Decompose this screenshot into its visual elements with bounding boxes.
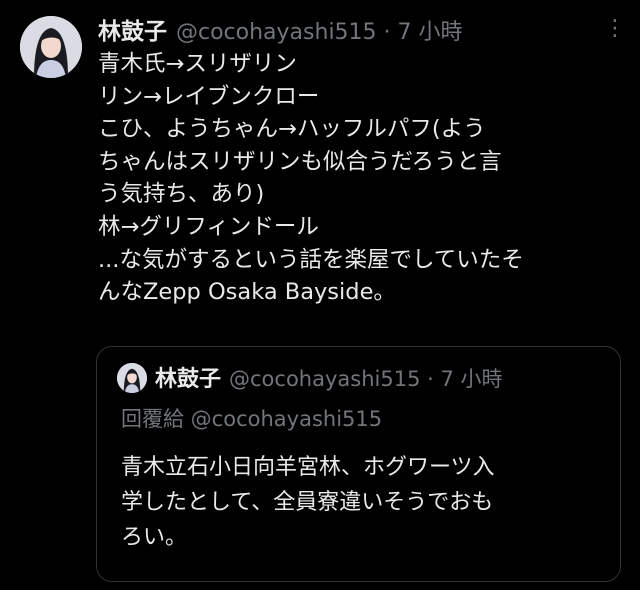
- author-handle-time[interactable]: @cocohayashi515 · 7 小時: [176, 14, 463, 44]
- tweet-line: 青木氏→スリザリン: [98, 51, 297, 77]
- quoted-line: 青木立石小日向羊宮林、ホグワーツ入: [121, 455, 495, 480]
- quoted-tweet-header: 林鼓子 @cocohayashi515 · 7 小時: [155, 361, 610, 393]
- author-name[interactable]: 林鼓子: [98, 12, 167, 44]
- reply-to-label: 回覆給 @cocohayashi515: [121, 407, 383, 431]
- tweet-line: う気持ち、あり): [98, 181, 265, 208]
- tweet-line: リン→レイブンクロー: [98, 83, 320, 110]
- more-vertical-icon[interactable]: ⋮: [604, 16, 626, 42]
- tweet-line: ...な気がするという話を楽屋でしていたそ: [98, 246, 524, 273]
- quoted-author-name: 林鼓子: [155, 367, 222, 392]
- author-avatar[interactable]: [20, 16, 82, 78]
- quoted-author-avatar: [117, 363, 147, 393]
- quoted-line: 学したとして、全員寮違いそうでおも: [121, 490, 494, 515]
- tweet-line: ちゃんはスリザリンも似合うだろうと言: [98, 148, 502, 175]
- quoted-tweet-card[interactable]: 林鼓子 @cocohayashi515 · 7 小時 回覆給 @cocohaya…: [96, 346, 621, 582]
- quoted-line: ろい。: [121, 525, 188, 550]
- tweet-line: 林→グリフィンドール: [98, 213, 319, 240]
- tweet-text: 青木氏→スリザリン リン→レイブンクロー こひ、ようちゃん→ハッフルパフ(よう …: [98, 48, 608, 309]
- tweet-line: こひ、ようちゃん→ハッフルパフ(よう: [98, 116, 486, 143]
- tweet-line: んなZepp Osaka Bayside。: [98, 279, 396, 306]
- quoted-tweet-text: 青木立石小日向羊宮林、ホグワーツ入 学したとして、全員寮違いそうでおも ろい。: [121, 450, 611, 555]
- quoted-author-handle-time: @cocohayashi515 · 7 小時: [229, 367, 503, 391]
- tweet-header: 林鼓子 @cocohayashi515 · 7 小時: [98, 12, 592, 44]
